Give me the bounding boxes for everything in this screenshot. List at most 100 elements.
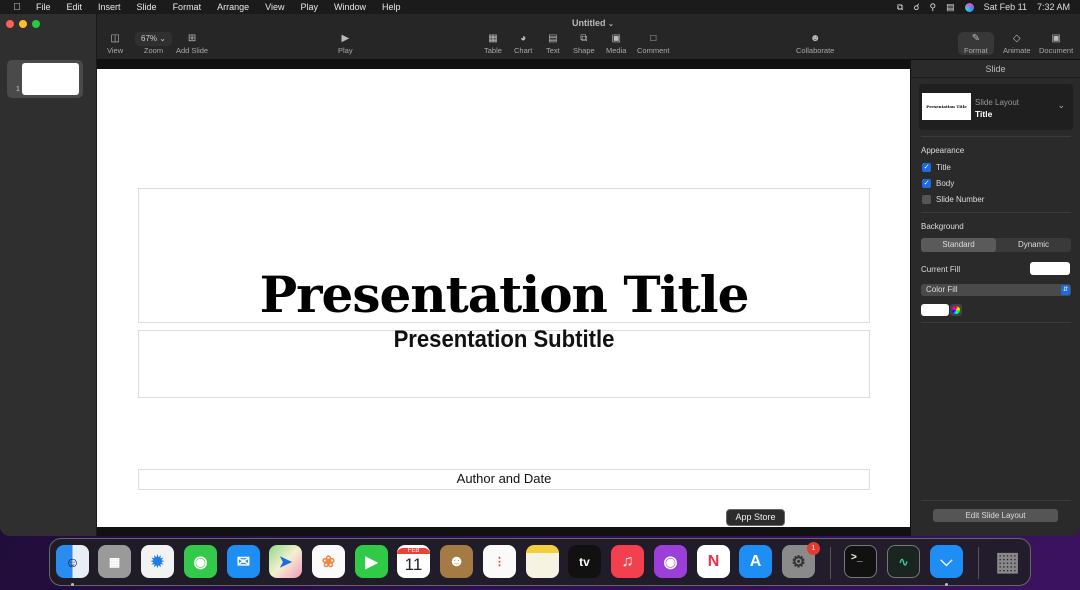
- zoom-button[interactable]: [32, 20, 40, 28]
- dock: ☺ ▦ ✹ ◉ ✉ ➤ ❀ ▶ FEB 11 ☻ ⋮ tv ♫ ◉ N A ⚙ 1…: [49, 538, 1031, 586]
- menu-time[interactable]: 7:32 AM: [1037, 2, 1070, 12]
- minimize-button[interactable]: [19, 20, 27, 28]
- close-button[interactable]: [6, 20, 14, 28]
- author-placeholder[interactable]: Author and Date: [138, 469, 870, 490]
- title-checkbox-label: Title: [936, 163, 951, 172]
- menu-bar:  Keynote File Edit Insert Slide Format …: [0, 0, 1080, 31]
- menu-arrange[interactable]: Arrange: [209, 2, 257, 12]
- slide-canvas-area: Presentation Title Presentation Subtitle…: [97, 60, 910, 536]
- reminders-icon[interactable]: ⋮: [483, 545, 516, 578]
- slide-subtitle[interactable]: Presentation Subtitle: [168, 326, 840, 354]
- menu-view[interactable]: View: [257, 2, 292, 12]
- menu-format[interactable]: Format: [165, 2, 210, 12]
- media-button[interactable]: ▣ Media: [606, 32, 626, 55]
- current-fill-swatch[interactable]: [1030, 262, 1070, 275]
- control-center-icon[interactable]: ▤: [946, 2, 955, 13]
- text-button[interactable]: ▤ Text: [546, 32, 560, 55]
- news-icon[interactable]: N: [697, 545, 730, 578]
- slide-navigator: 1: [0, 14, 97, 536]
- contacts-icon[interactable]: ☻: [440, 545, 473, 578]
- terminal-icon[interactable]: >_: [844, 545, 877, 578]
- title-checkbox[interactable]: ✓ Title: [922, 163, 951, 172]
- paintbrush-icon: ✎: [971, 33, 981, 44]
- subtitle-placeholder[interactable]: Presentation Subtitle: [138, 326, 870, 398]
- play-label: Play: [338, 46, 353, 55]
- view-button[interactable]: ◫ View: [107, 32, 123, 55]
- add-slide-label: Add Slide: [176, 46, 209, 55]
- trash-icon[interactable]: ▦: [991, 545, 1024, 578]
- standard-segment[interactable]: Standard: [921, 238, 996, 252]
- layout-thumbnail: Presentation Title: [922, 93, 971, 120]
- media-icon: ▣: [611, 33, 621, 44]
- calendar-icon[interactable]: FEB 11: [397, 545, 430, 578]
- accessibility-icon[interactable]: ☌: [913, 2, 919, 13]
- add-slide-button[interactable]: ⊞ Add Slide: [176, 32, 208, 55]
- app-store-icon[interactable]: A: [739, 545, 772, 578]
- messages-icon[interactable]: ◉: [184, 545, 217, 578]
- fill-type-select[interactable]: Color Fill ⇵: [921, 284, 1071, 296]
- activity-monitor-icon[interactable]: ∿: [887, 545, 920, 578]
- slide-title[interactable]: Presentation Title: [139, 265, 869, 324]
- chart-button[interactable]: ◕ Chart: [514, 32, 532, 55]
- collaborate-button[interactable]: ☻ Collaborate: [796, 32, 834, 55]
- format-tab[interactable]: ✎ Format: [958, 32, 994, 55]
- facetime-icon[interactable]: ▶: [355, 545, 388, 578]
- slide-canvas[interactable]: Presentation Title Presentation Subtitle…: [97, 69, 910, 527]
- maps-icon[interactable]: ➤: [269, 545, 302, 578]
- body-checkbox[interactable]: ✓ Body: [922, 179, 954, 188]
- table-button[interactable]: ▦ Table: [484, 32, 502, 55]
- menu-help[interactable]: Help: [374, 2, 409, 12]
- notes-icon[interactable]: [526, 545, 559, 578]
- slide-number-checkbox[interactable]: Slide Number: [922, 195, 984, 204]
- dock-separator: [830, 547, 831, 579]
- music-icon[interactable]: ♫: [611, 545, 644, 578]
- menu-play[interactable]: Play: [292, 2, 326, 12]
- calendar-day: 11: [404, 554, 423, 574]
- color-well[interactable]: [921, 304, 949, 316]
- mail-icon[interactable]: ✉: [227, 545, 260, 578]
- document-label: Document: [1039, 46, 1074, 55]
- animate-tab[interactable]: ◇ Animate: [1003, 32, 1031, 55]
- running-indicator: [945, 583, 948, 586]
- menu-window[interactable]: Window: [326, 2, 374, 12]
- dock-tooltip: App Store: [726, 509, 785, 526]
- siri-icon[interactable]: [964, 2, 974, 12]
- comment-button[interactable]: □ Comment: [637, 32, 670, 55]
- slide-author-date[interactable]: Author and Date: [139, 471, 869, 486]
- appearance-heading: Appearance: [921, 146, 965, 155]
- divider: [921, 500, 1071, 501]
- shape-button[interactable]: ⧉ Shape: [573, 32, 595, 55]
- podcasts-icon[interactable]: ◉: [654, 545, 687, 578]
- safari-icon[interactable]: ✹: [141, 545, 174, 578]
- title-placeholder[interactable]: Presentation Title: [138, 188, 870, 324]
- chevron-down-icon: ⌄: [1057, 100, 1065, 110]
- current-fill-label: Current Fill: [921, 265, 961, 274]
- screen-mirroring-icon[interactable]: ⧉: [897, 2, 903, 13]
- menu-edit[interactable]: Edit: [59, 2, 91, 12]
- zoom-menu[interactable]: 67% ⌄ Zoom: [135, 32, 172, 55]
- finder-icon[interactable]: ☺: [56, 545, 89, 578]
- media-label: Media: [606, 46, 627, 55]
- view-label: View: [107, 46, 124, 55]
- menu-slide[interactable]: Slide: [129, 2, 165, 12]
- dock-separator: [978, 547, 979, 579]
- comment-icon: □: [650, 33, 657, 44]
- slide-thumbnail[interactable]: [22, 63, 79, 95]
- document-title[interactable]: Untitled ⌄: [572, 18, 614, 28]
- play-button[interactable]: ▶ Play: [338, 32, 353, 55]
- photos-icon[interactable]: ❀: [312, 545, 345, 578]
- sidebar-icon: ◫: [110, 33, 120, 44]
- slide-layout-picker[interactable]: Presentation Title Slide Layout Title ⌄: [919, 84, 1073, 130]
- launchpad-icon[interactable]: ▦: [98, 545, 131, 578]
- document-tab[interactable]: ▣ Document: [1039, 32, 1073, 55]
- edit-slide-layout-button[interactable]: Edit Slide Layout: [933, 509, 1058, 522]
- dynamic-segment[interactable]: Dynamic: [996, 238, 1071, 252]
- menu-date[interactable]: Sat Feb 11: [984, 2, 1027, 12]
- apple-tv-icon[interactable]: tv: [568, 545, 601, 578]
- system-settings-icon[interactable]: ⚙ 1: [782, 542, 820, 578]
- menu-insert[interactable]: Insert: [90, 2, 129, 12]
- slide-thumbnail-selected[interactable]: 1: [7, 60, 83, 98]
- color-wheel-button[interactable]: [950, 304, 962, 316]
- keynote-icon[interactable]: ⌵: [930, 545, 963, 578]
- search-icon[interactable]: ⚲: [929, 2, 936, 13]
